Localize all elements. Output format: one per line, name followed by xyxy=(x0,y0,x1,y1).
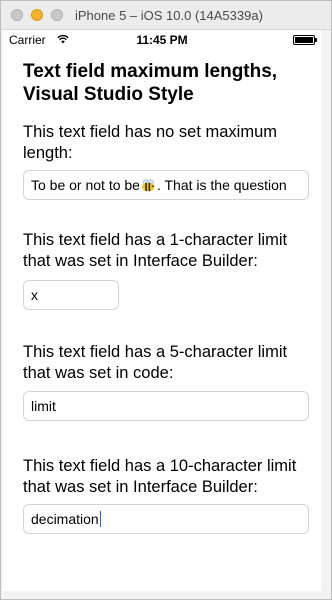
device-screen: Carrier 11:45 PM Text field maximum leng… xyxy=(3,30,321,591)
text-field-value: x xyxy=(31,287,38,303)
section-label-5-char-limit: This text field has a 5-character limit … xyxy=(23,343,288,382)
close-window-button[interactable] xyxy=(11,9,23,21)
battery-level-fill xyxy=(295,37,313,43)
text-cursor xyxy=(99,511,101,527)
zoom-window-button[interactable] xyxy=(51,9,63,21)
section-label-10-char-limit: This text field has a 10-character limit… xyxy=(23,457,297,496)
window-titlebar: iPhone 5 – iOS 10.0 (14A5339a) xyxy=(1,1,331,30)
text-field-10-char-limit[interactable]: decimation xyxy=(23,504,309,534)
window-title: iPhone 5 – iOS 10.0 (14A5339a) xyxy=(75,8,263,23)
simulator-window: iPhone 5 – iOS 10.0 (14A5339a) Carrier 1… xyxy=(0,0,332,600)
bee-emoji-icon xyxy=(142,179,155,192)
section-label-1-char-limit: This text field has a 1-character limit … xyxy=(23,231,288,270)
minimize-window-button[interactable] xyxy=(31,9,43,21)
text-field-value-part-1: To be or not to be xyxy=(31,177,140,193)
status-bar: Carrier 11:45 PM xyxy=(3,30,321,50)
text-field-no-limit[interactable]: To be or not to be . That is the questio… xyxy=(23,170,309,200)
text-field-value-part-2: . That is the question xyxy=(156,177,287,193)
status-time: 11:45 PM xyxy=(136,33,188,47)
text-field-5-char-limit[interactable]: limit xyxy=(23,391,309,421)
text-field-value: limit xyxy=(31,398,56,414)
battery-icon xyxy=(293,35,317,45)
text-field-1-char-limit[interactable]: x xyxy=(23,280,119,310)
text-field-value: decimation xyxy=(31,511,99,527)
page-heading: Text field maximum lengths, Visual Studi… xyxy=(23,61,278,105)
section-label-no-limit: This text field has no set maximum lengt… xyxy=(23,123,278,162)
